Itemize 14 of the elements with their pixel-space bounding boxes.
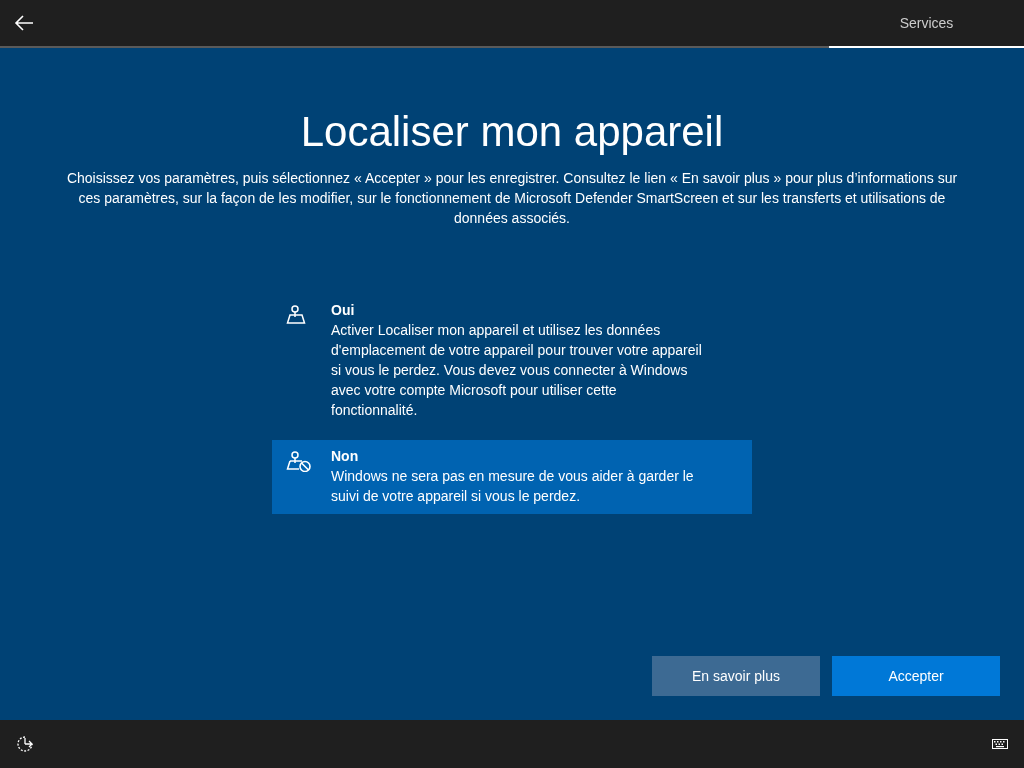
description-text: Choisissez vos paramètres, puis sélectionnez « Accepter » pour les enregistrer. Consultez le lien « En savoir plus » pour plus d’informations sur ces paramètres, sur la façon de les modifier, sur le fonctionnement de Microsoft Defender SmartScreen et sur les transferts et utilisations de données associés.: [65, 169, 959, 228]
learn-more-button[interactable]: En savoir plus: [652, 656, 820, 696]
option-description: Activer Localiser mon appareil et utilisez les données d'emplacement de votre appareil pour trouver votre appareil si vous le perdez. Vous devez vous connecter à Windows avec votre compte Microsoft pour utiliser cette fonctionnalité.: [331, 321, 702, 420]
back-arrow-icon[interactable]: [14, 15, 34, 31]
option-description: Windows ne sera pas en mesure de vous aider à garder le suivi de votre appareil si vous le perdez.: [331, 467, 695, 506]
page-title: Localiser mon appareil: [300, 107, 724, 157]
option-item[interactable]: Non Windows ne sera pas en mesure de vous aider à garder le suivi de votre appareil si vous le perdez.: [272, 440, 752, 514]
services-tab[interactable]: Services: [829, 0, 1024, 48]
accessibility-icon[interactable]: [16, 735, 34, 753]
map-pin-blocked-icon: [286, 450, 311, 472]
keyboard-icon[interactable]: [992, 739, 1008, 749]
option-label: Oui: [331, 301, 356, 320]
accept-button[interactable]: Accepter: [832, 656, 1000, 696]
option-label: Non: [331, 447, 360, 466]
